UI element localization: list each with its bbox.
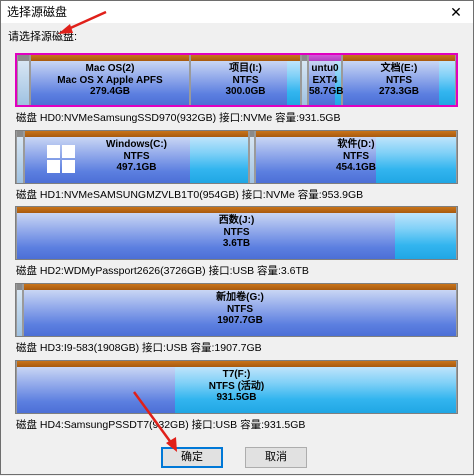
partition-name: 新加卷(G:) [216, 292, 264, 303]
ok-button[interactable]: 确定 [161, 447, 223, 468]
disk-map-hd2[interactable]: 西数(J:) NTFS 3.6TB [15, 206, 458, 260]
partition-fs: NTFS [226, 303, 254, 315]
partition-fs: Mac OS X Apple APFS [57, 74, 163, 86]
disk-info-hd3: 磁盘 HD3:I9-583(1908GB) 接口:USB 容量:1907.7GB [16, 342, 262, 354]
partition-sliver[interactable] [16, 131, 24, 183]
partition-fs: NTFS [342, 150, 370, 162]
disk-info-hd1: 磁盘 HD1:NVMeSAMSUNGMZVLB1T0(954GB) 接口:NVM… [16, 189, 364, 201]
partition-sliver[interactable] [17, 55, 30, 105]
disk-map-hd3[interactable]: 新加卷(G:) NTFS 1907.7GB [15, 283, 458, 337]
partition-xinjiajuan[interactable]: 新加卷(G:) NTFS 1907.7GB [23, 284, 457, 336]
partition-name: 文档(E:) [380, 63, 418, 74]
partition-size: 3.6TB [222, 238, 251, 249]
partition-wendang[interactable]: 文档(E:) NTFS 273.3GB [342, 55, 456, 105]
partition-size: 300.0GB [225, 86, 266, 97]
partition-fs: NTFS [223, 226, 250, 238]
partition-fs: NTFS [123, 150, 150, 162]
partition-size: 454.1GB [335, 162, 377, 173]
partition-name: Windows(C:) [105, 139, 167, 150]
partition-size: 58.7GB [309, 86, 344, 97]
disk-info-hd2: 磁盘 HD2:WDMyPassport2626(3726GB) 接口:USB 容… [16, 265, 309, 277]
cancel-button[interactable]: 取消 [245, 447, 307, 468]
partition-fs: NTFS [385, 74, 413, 86]
partition-name: 西数(J:) [218, 215, 255, 226]
partition-name: 项目(I:) [229, 63, 262, 74]
disk-info-hd4: 磁盘 HD4:SamsungPSSDT7(932GB) 接口:USB 容量:93… [16, 419, 306, 431]
disk-map-hd0[interactable]: Mac OS(2) Mac OS X Apple APFS 279.4GB 项目… [15, 53, 458, 107]
partition-fs: NTFS (活动) [208, 380, 265, 392]
disk-map-hd4[interactable]: T7(F:) NTFS (活动) 931.5GB [15, 360, 458, 414]
close-icon[interactable]: ✕ [439, 1, 473, 23]
partition-sliver[interactable] [16, 284, 23, 336]
partition-mac-os[interactable]: Mac OS(2) Mac OS X Apple APFS 279.4GB [30, 55, 190, 105]
partition-size: 273.3GB [378, 86, 420, 97]
partition-windows[interactable]: Windows(C:) NTFS 497.1GB [24, 131, 249, 183]
partition-name: 软件(D:) [337, 139, 375, 150]
partition-sliver[interactable] [301, 55, 308, 105]
disk-map-hd1[interactable]: Windows(C:) NTFS 497.1GB 软件(D:) NTFS 454… [15, 130, 458, 184]
prompt-label: 请选择源磁盘: [8, 31, 78, 43]
partition-fs: NTFS [232, 74, 259, 86]
partition-ubuntu[interactable]: untu0 EXT4 58.7GB [308, 55, 344, 105]
partition-t7[interactable]: T7(F:) NTFS (活动) 931.5GB [16, 361, 457, 413]
partition-size: 279.4GB [89, 86, 131, 97]
partition-name: T7(F:) [222, 369, 251, 380]
partition-size: 497.1GB [116, 162, 157, 173]
window-title: 选择源磁盘 [7, 5, 68, 19]
partition-fs: EXT4 [312, 74, 338, 86]
partition-name: untu0 [311, 63, 339, 74]
disk-info-hd0: 磁盘 HD0:NVMeSamsungSSD970(932GB) 接口:NVMe … [16, 112, 341, 124]
partition-size: 931.5GB [216, 392, 257, 403]
partition-xishu[interactable]: 西数(J:) NTFS 3.6TB [16, 207, 457, 259]
partition-xiangmu[interactable]: 项目(I:) NTFS 300.0GB [190, 55, 301, 105]
partition-size: 1907.7GB [217, 315, 263, 326]
window-title-bar: 选择源磁盘 ✕ [0, 0, 474, 23]
partition-name: Mac OS(2) [85, 63, 135, 74]
partition-ruanjian[interactable]: 软件(D:) NTFS 454.1GB [255, 131, 457, 183]
